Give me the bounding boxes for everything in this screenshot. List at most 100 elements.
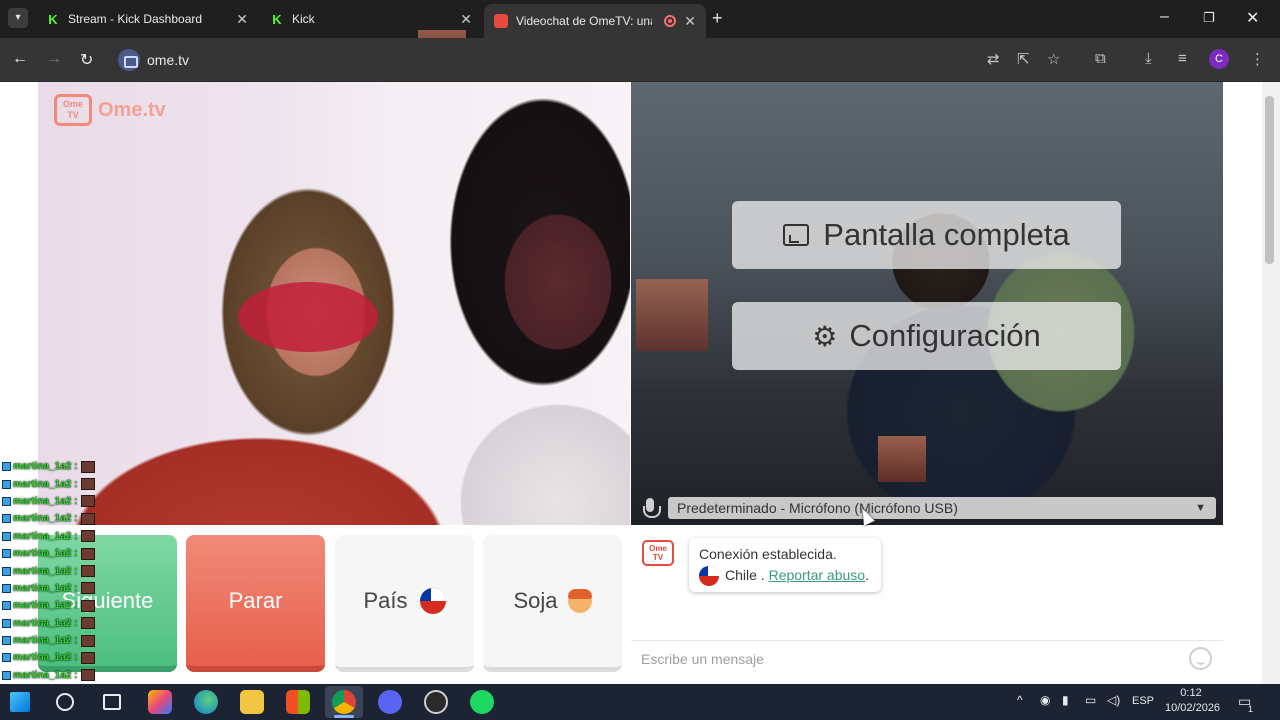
new-tab-button[interactable]: + xyxy=(712,8,723,29)
stream-chat-line: martina_1a2 : xyxy=(2,475,112,492)
person-emoji-icon xyxy=(567,589,592,613)
translate-icon[interactable]: ⇄ xyxy=(987,50,1000,68)
back-icon[interactable]: ← xyxy=(12,50,28,68)
language-indicator[interactable]: ESP xyxy=(1132,695,1154,707)
chat-username: martina_1a2 : xyxy=(13,635,78,647)
reload-icon[interactable]: ↻ xyxy=(80,50,93,70)
extensions-icon[interactable]: ⧉ xyxy=(1095,50,1106,67)
gender-button[interactable]: Soja xyxy=(483,535,622,672)
message-input[interactable] xyxy=(641,648,1161,670)
edge-icon[interactable] xyxy=(194,690,218,714)
country-button[interactable]: País xyxy=(335,535,474,672)
chrome-icon[interactable] xyxy=(332,690,356,714)
tab-bar: ▾ K Stream - Kick Dashboard ✕ K Kick ✕ V… xyxy=(0,0,1280,38)
chat-emote-image xyxy=(81,617,96,630)
task-view-icon[interactable] xyxy=(103,694,121,710)
gender-label: Soja xyxy=(513,588,558,613)
fullscreen-button[interactable]: Pantalla completa xyxy=(732,201,1121,269)
profile-avatar[interactable]: C xyxy=(1209,49,1229,69)
chat-badge-icon xyxy=(2,583,11,593)
restore-button[interactable]: ❐ xyxy=(1203,10,1215,26)
chat-username: martina_1a2 : xyxy=(13,548,78,560)
chat-badge-icon xyxy=(2,479,11,489)
stop-label: Parar xyxy=(228,587,283,613)
chat-emote-image xyxy=(81,478,96,491)
menu-icon[interactable]: ⋮ xyxy=(1250,50,1265,68)
search-icon[interactable] xyxy=(56,693,74,711)
omnibox[interactable]: ome.tv xyxy=(110,44,970,76)
chat-emote-image xyxy=(81,565,96,578)
address-bar: ← → ↻ ome.tv ⇄ ⇱ ☆ ⧉ ⤓ ≡ C ⋮ xyxy=(0,38,1280,82)
microphone-select[interactable]: Predeterminado - Micrófono (Micrófono US… xyxy=(668,497,1216,519)
chat-badge-icon xyxy=(2,496,11,506)
close-icon[interactable]: ✕ xyxy=(460,11,472,28)
volume-icon[interactable]: ◁) xyxy=(1107,693,1120,707)
ometv-avatar-icon: Ome TV xyxy=(642,540,674,566)
clock[interactable]: 0:12 10/02/2026 xyxy=(1165,686,1221,716)
copilot-icon[interactable] xyxy=(148,690,172,714)
microphone-tray-icon[interactable]: ▮ xyxy=(1062,693,1069,707)
tab-title: Kick xyxy=(292,12,315,26)
close-window-button[interactable]: ✕ xyxy=(1246,8,1259,28)
media-control-icon[interactable]: ≡ xyxy=(1178,50,1187,67)
download-icon[interactable]: ⤓ xyxy=(1145,50,1152,67)
chat-emote-image xyxy=(81,634,96,647)
stream-chat-line: martina_1a2 : xyxy=(2,580,112,597)
fullscreen-icon xyxy=(783,224,810,246)
chat-username: martina_1a2 : xyxy=(13,582,78,594)
site-info-icon[interactable] xyxy=(118,49,140,71)
show-hidden-icons[interactable]: ^ xyxy=(1017,693,1023,707)
chat-emote-image xyxy=(81,495,96,508)
network-icon[interactable]: ▭ xyxy=(1085,693,1096,707)
country-label: País xyxy=(363,588,408,613)
tab-title: Videochat de OmeTV: una a xyxy=(516,14,652,28)
tab-ometv[interactable]: Videochat de OmeTV: una a ✕ xyxy=(484,4,706,38)
report-abuse-link[interactable]: Reportar abuso xyxy=(769,567,866,583)
clock-date: 10/02/2026 xyxy=(1165,702,1221,714)
stream-chat-line: martina_1a2 : xyxy=(2,510,112,527)
install-app-icon[interactable]: ⇱ xyxy=(1017,50,1030,68)
url-text[interactable]: ome.tv xyxy=(147,52,189,68)
close-icon[interactable]: ✕ xyxy=(236,11,248,28)
bookmark-star-icon[interactable]: ☆ xyxy=(1047,50,1060,68)
chat-username: martina_1a2 : xyxy=(13,652,78,664)
emoji-picker-icon[interactable] xyxy=(1189,647,1212,670)
discord-icon[interactable] xyxy=(378,690,402,714)
windows-start-icon[interactable] xyxy=(10,692,30,712)
stop-button[interactable]: Parar xyxy=(186,535,325,672)
minimize-button[interactable]: – xyxy=(1160,8,1169,26)
chat-username: martina_1a2 : xyxy=(13,495,78,507)
ometv-icon xyxy=(494,14,508,28)
clock-time: 0:12 xyxy=(1180,687,1202,699)
chat-badge-icon xyxy=(2,636,11,646)
discord-tray-icon[interactable]: ◉ xyxy=(1040,693,1050,707)
stream-chat-line: martina_1a2 : xyxy=(2,493,112,510)
chat-emote-image xyxy=(81,547,96,560)
chat-emote-image xyxy=(81,651,96,664)
store-icon[interactable] xyxy=(286,690,310,714)
chat-badge-icon xyxy=(2,462,11,472)
close-icon[interactable]: ✕ xyxy=(684,13,696,30)
forward-icon[interactable]: → xyxy=(46,50,62,68)
tab-stream-dashboard[interactable]: K Stream - Kick Dashboard ✕ xyxy=(36,4,258,34)
settings-button[interactable]: ⚙ Configuración xyxy=(732,302,1121,370)
tab-search-icon[interactable]: ▾ xyxy=(8,8,28,28)
settings-label: Configuración xyxy=(849,318,1041,353)
chat-emote-image xyxy=(81,582,96,595)
recording-icon xyxy=(664,15,676,27)
chat-username: martina_1a2 : xyxy=(13,565,78,577)
obs-icon[interactable] xyxy=(424,690,448,714)
partner-country: Chile xyxy=(725,567,757,583)
spotify-icon[interactable] xyxy=(470,690,494,714)
chile-flag-icon xyxy=(699,566,719,587)
tab-title: Stream - Kick Dashboard xyxy=(68,12,203,26)
file-explorer-icon[interactable] xyxy=(240,690,264,714)
stream-chat-line: martina_1a2 : xyxy=(2,649,112,666)
microphone-select-value: Predeterminado - Micrófono (Micrófono US… xyxy=(677,500,958,516)
chevron-down-icon: ▼ xyxy=(1195,502,1206,514)
scrollbar-thumb[interactable] xyxy=(1265,96,1274,264)
microphone-icon xyxy=(642,498,661,520)
chat-badge-icon xyxy=(2,653,11,663)
chat-username: martina_1a2 : xyxy=(13,513,78,525)
ometv-logo-text: Ome.tv xyxy=(98,98,166,121)
